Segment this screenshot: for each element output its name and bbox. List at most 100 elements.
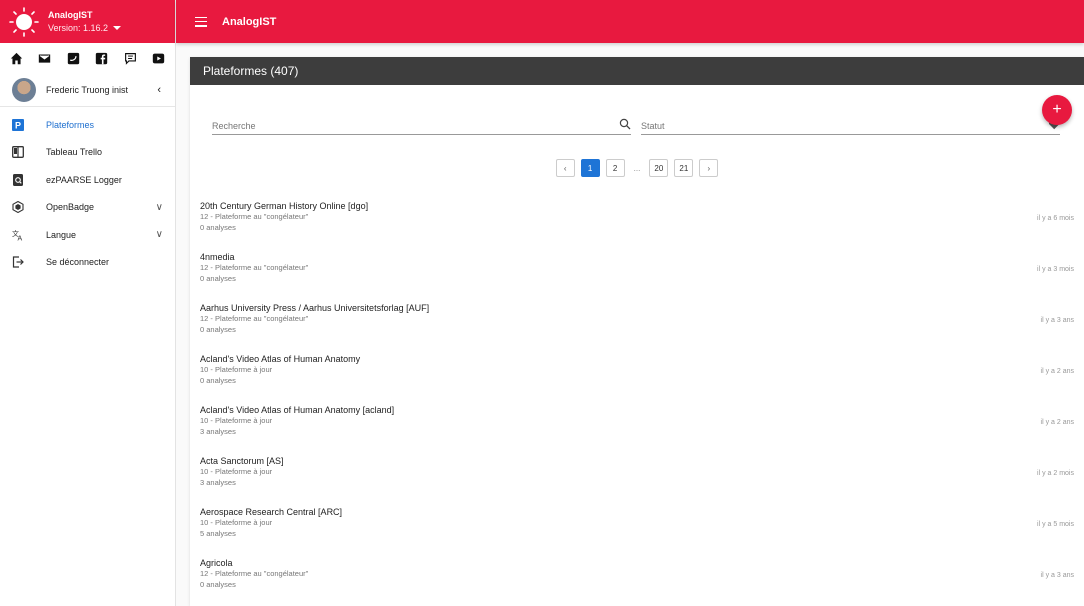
item-title: 20th Century German History Online [dgo] [200,201,369,211]
item-date: il y a 2 ans [1040,419,1074,426]
item-analyses-count: 0 analyses [200,223,236,232]
page-button-21[interactable]: 21 [674,159,694,177]
status-field [641,117,1060,135]
item-date: il y a 3 ans [1040,572,1074,579]
chevron-down-icon: ∨ [155,201,163,213]
mail-icon[interactable] [38,51,52,65]
item-title: Acland's Video Atlas of Human Anatomy [a… [200,405,395,415]
version-label: Version: 1.16.2 [48,23,109,33]
plateformes-list: 20th Century German History Online [dgo]… [200,200,1074,606]
caret-down-icon [113,26,122,30]
item-status: 12 - Plateforme au "congélateur" [200,569,309,578]
item-title: 4nmedia [200,252,235,262]
item-analyses-count: 3 analyses [200,427,236,436]
sidebar-item-logout[interactable]: Se déconnecter [0,249,175,277]
brand-name: AnalogIST [48,10,93,20]
svg-text:A: A [18,235,23,241]
sidebar-item-plateformes[interactable]: P Plateformes [0,111,175,139]
avatar [12,77,36,102]
card-header: Plateformes (407) [190,57,1084,85]
item-title: Acland's Video Atlas of Human Anatomy [200,354,361,364]
sidebar: AnalogIST Version: 1.16.2 Frederic Truon… [0,0,176,606]
youtube-icon[interactable] [152,51,166,65]
item-date: il y a 3 mois [1037,266,1074,273]
page-button-1[interactable]: 1 [580,159,600,177]
app-title: AnalogIST [222,15,277,28]
page-button-20[interactable]: 20 [649,159,669,177]
item-title: Aerospace Research Central [ARC] [200,507,343,517]
sidebar-item-label: Plateformes [46,119,95,130]
item-status: 12 - Plateforme au "congélateur" [200,314,309,323]
trello-icon [12,146,24,159]
item-date: il y a 2 mois [1037,470,1074,477]
badge-icon [12,201,24,214]
sidebar-item-label: Langue [46,229,77,240]
list-item[interactable]: 20th Century German History Online [dgo]… [200,200,1074,251]
prev-page-button[interactable]: ‹ [555,159,575,177]
item-analyses-count: 5 analyses [200,529,236,538]
item-status: 12 - Plateforme au "congélateur" [200,263,309,272]
social-links [0,43,175,73]
logger-icon [12,173,24,186]
sidebar-item-ezpaarse-logger[interactable]: ezPAARSE Logger [0,166,175,194]
item-title: Aarhus University Press / Aarhus Univers… [200,303,430,313]
list-item[interactable]: Agricola 12 - Plateforme au "congélateur… [200,557,1074,606]
user-name: Frederic Truong inist [46,84,129,95]
list-item[interactable]: Acland's Video Atlas of Human Anatomy 10… [200,353,1074,404]
search-icon[interactable] [619,117,631,135]
menu-icon[interactable] [195,16,207,27]
svg-text:P: P [15,120,21,130]
facebook-icon[interactable] [95,51,109,65]
page-button-2[interactable]: 2 [605,159,625,177]
item-status: 12 - Plateforme au "congélateur" [200,212,309,221]
app-logo [9,6,39,37]
version-selector[interactable]: Version: 1.16.2 [48,23,122,33]
item-date: il y a 2 ans [1040,368,1074,375]
chevron-down-icon: ∨ [155,229,163,241]
pagination: ‹ 1 2 ... 20 21 › [190,159,1084,177]
search-field [212,117,631,135]
sidebar-item-tableau-trello[interactable]: Tableau Trello [0,139,175,167]
plateformes-icon: P [12,118,24,131]
item-analyses-count: 3 analyses [200,478,236,487]
status-select[interactable] [641,120,1048,131]
list-item[interactable]: Aarhus University Press / Aarhus Univers… [200,302,1074,353]
item-status: 10 - Plateforme à jour [200,467,273,476]
sidebar-item-openbadge[interactable]: OpenBadge ∨ [0,194,175,222]
filters [212,117,1060,135]
plateformes-card: Plateformes (407) ‹ 1 2 ... 20 21 › 20th… [190,57,1084,606]
user-profile[interactable]: Frederic Truong inist ‹ [0,73,175,107]
list-item[interactable]: Aerospace Research Central [ARC] 10 - Pl… [200,506,1074,557]
chevron-left-icon[interactable]: ‹ [157,84,161,96]
page-ellipsis: ... [630,159,644,177]
search-input[interactable] [212,120,619,131]
sidebar-item-label: OpenBadge [46,202,95,213]
sidebar-item-label: ezPAARSE Logger [46,174,122,185]
item-status: 10 - Plateforme à jour [200,518,273,527]
list-item[interactable]: Acland's Video Atlas of Human Anatomy [a… [200,404,1074,455]
item-analyses-count: 0 analyses [200,580,236,589]
chat-icon[interactable] [123,51,137,65]
add-plateforme-button[interactable]: + [1042,95,1072,125]
translate-icon: 文A [12,229,24,241]
item-title: Acta Sanctorum [AS] [200,456,284,466]
item-analyses-count: 0 analyses [200,274,236,283]
item-status: 10 - Plateforme à jour [200,365,273,374]
twitter-icon[interactable] [66,51,80,65]
sidebar-item-langue[interactable]: 文A Langue ∨ [0,221,175,249]
item-analyses-count: 0 analyses [200,325,236,334]
item-title: Agricola [200,558,233,568]
sidebar-nav: P Plateformes Tableau Trello ezPAARSE Lo… [0,107,175,276]
sidebar-item-label: Tableau Trello [46,147,103,158]
next-page-button[interactable]: › [699,159,719,177]
item-date: il y a 5 mois [1037,521,1074,528]
page-title: Plateformes (407) [203,64,299,78]
list-item[interactable]: Acta Sanctorum [AS] 10 - Plateforme à jo… [200,455,1074,506]
item-date: il y a 3 ans [1040,317,1074,324]
home-icon[interactable] [9,51,23,65]
item-analyses-count: 0 analyses [200,376,236,385]
item-status: 10 - Plateforme à jour [200,416,273,425]
top-app-bar: AnalogIST [176,0,1084,43]
sidebar-item-label: Se déconnecter [46,257,110,268]
list-item[interactable]: 4nmedia 12 - Plateforme au "congélateur"… [200,251,1074,302]
